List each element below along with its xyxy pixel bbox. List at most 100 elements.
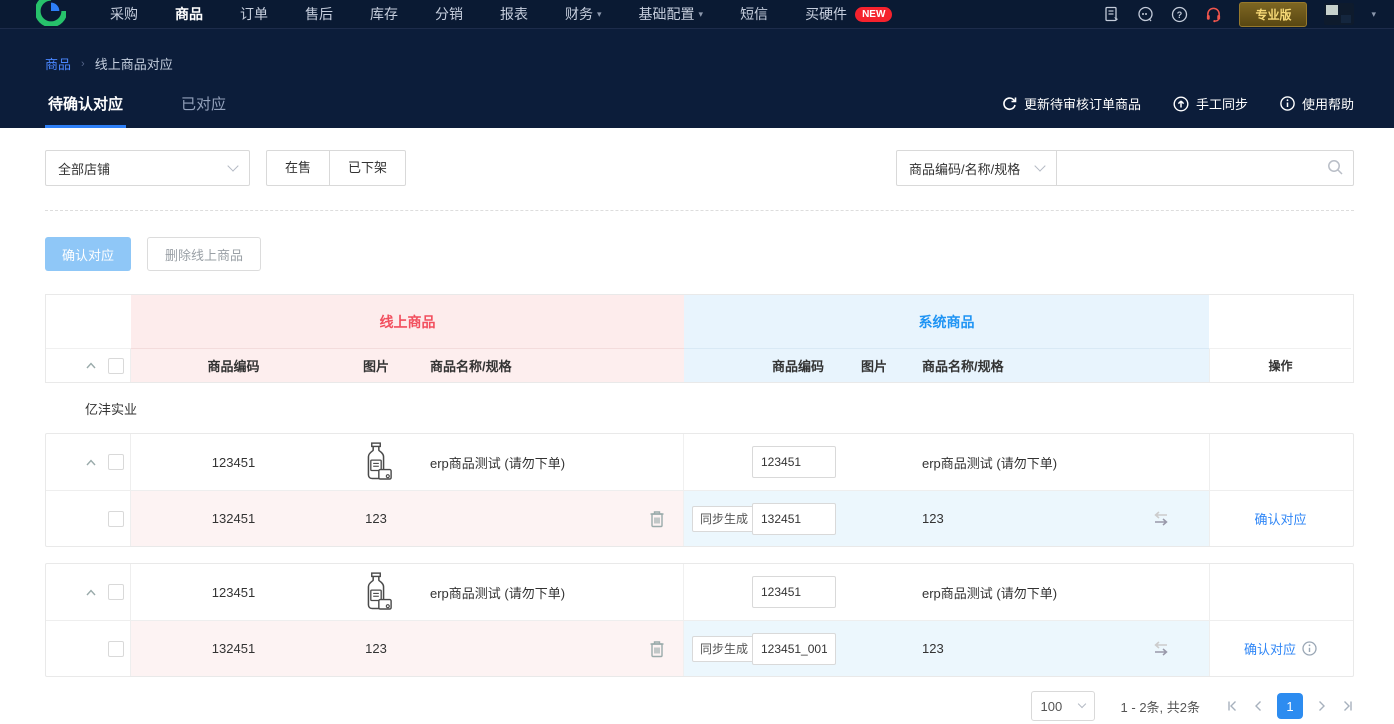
tab-bar: 待确认对应 已对应 更新待审核订单商品 手工同步 使用帮助 [45, 93, 1354, 128]
online-goods-name: erp商品测试 (请勿下单) [416, 564, 684, 620]
nav-item-distribution[interactable]: 分销 [435, 4, 463, 24]
shop-select[interactable]: 全部店铺 [45, 150, 250, 186]
on-sale-button[interactable]: 在售 [266, 150, 331, 186]
online-goods-header: 线上商品 [131, 295, 684, 349]
chat-icon[interactable] [1137, 6, 1154, 23]
system-sku-code-input[interactable] [752, 502, 836, 535]
manual-sync-action[interactable]: 手工同步 [1173, 94, 1248, 113]
top-nav: 采购 商品 订单 售后 库存 分销 报表 财务 ▾ 基础配置 ▾ 短信 买硬件 NEW… [0, 0, 1394, 28]
document-icon[interactable] [1103, 6, 1120, 23]
nav-item-buy-hardware[interactable]: 买硬件 NEW [805, 4, 893, 24]
tab-pending-match[interactable]: 待确认对应 [45, 93, 127, 128]
sync-generate-button[interactable]: 同步生成 [692, 505, 757, 532]
avatar[interactable] [1324, 3, 1355, 25]
col-system-image: 图片 [844, 349, 904, 382]
breadcrumb: 商品 › 线上商品对应 [45, 29, 1354, 73]
col-system-name: 商品名称/规格 [904, 349, 1209, 382]
account-chevron-down-icon[interactable]: ▾ [1371, 9, 1376, 20]
help-icon[interactable]: ? [1171, 6, 1188, 23]
confirm-match-button[interactable]: 确认对应 [45, 237, 132, 271]
online-sku-row: 132451 123 同步生成 123 确认对应 [46, 490, 1353, 546]
breadcrumb-separator: › [81, 57, 85, 70]
system-goods-name: erp商品测试 (请勿下单) [922, 455, 1058, 471]
nav-item-sms[interactable]: 短信 [740, 4, 768, 24]
swap-icon[interactable] [1151, 510, 1171, 528]
confirm-match-link[interactable]: 确认对应 [1244, 639, 1317, 658]
chevron-up-icon[interactable] [86, 588, 96, 596]
page-header: 商品 › 线上商品对应 待确认对应 已对应 更新待审核订单商品 手工同步 使用帮… [0, 28, 1394, 128]
last-page-button[interactable] [1342, 700, 1354, 712]
chevron-up-icon[interactable] [86, 458, 96, 466]
search-box [1057, 150, 1354, 186]
tab-matched[interactable]: 已对应 [178, 93, 229, 128]
row-checkbox[interactable] [108, 640, 124, 657]
match-group-card: 123451 erp商品测试 (请勿下单) erp商品测试 (请勿下单) 132… [45, 433, 1354, 547]
row-checkbox[interactable] [108, 584, 124, 600]
trash-icon[interactable] [649, 510, 665, 528]
search-type-select[interactable]: 商品编码/名称/规格 [896, 150, 1057, 186]
chevron-down-icon [1077, 699, 1086, 709]
col-online-image: 图片 [336, 349, 416, 382]
nav-item-reports[interactable]: 报表 [500, 4, 528, 24]
nav-item-inventory[interactable]: 库存 [370, 4, 398, 24]
online-sku-name: 123 [336, 621, 416, 676]
toolbar: 确认对应 删除线上商品 [45, 237, 1354, 271]
online-goods-name: erp商品测试 (请勿下单) [416, 434, 684, 490]
col-online-name: 商品名称/规格 [416, 349, 684, 382]
nav-item-settings[interactable]: 基础配置 ▾ [639, 4, 704, 24]
chevron-up-icon[interactable] [86, 362, 96, 369]
search-area: 商品编码/名称/规格 [896, 150, 1354, 186]
current-page-button[interactable]: 1 [1277, 693, 1303, 719]
search-input[interactable] [1057, 150, 1354, 186]
nav-item-finance[interactable]: 财务 ▾ [565, 4, 602, 24]
nav-item-purchase[interactable]: 采购 [110, 4, 138, 24]
system-code-input[interactable] [752, 576, 836, 608]
usage-help-action[interactable]: 使用帮助 [1280, 94, 1354, 113]
system-sku-name: 123 [904, 621, 1209, 676]
nav-item-goods[interactable]: 商品 [175, 4, 203, 24]
prev-page-button[interactable] [1253, 700, 1262, 712]
filter-row: 全部店铺 在售 已下架 商品编码/名称/规格 [45, 150, 1354, 186]
trash-icon[interactable] [649, 640, 665, 658]
app-logo-icon[interactable] [36, 0, 66, 26]
select-all-checkbox[interactable] [108, 357, 124, 374]
system-goods-header: 系统商品 [684, 295, 1209, 349]
pro-version-button[interactable]: 专业版 [1239, 1, 1308, 27]
info-circle-icon[interactable] [1302, 641, 1317, 656]
system-sku-name: 123 [904, 491, 1209, 546]
off-shelf-button[interactable]: 已下架 [329, 150, 407, 186]
online-sku-code: 132451 [131, 491, 336, 546]
system-sku-code-input[interactable] [752, 632, 836, 665]
row-checkbox[interactable] [108, 454, 124, 470]
header-expand-cell [46, 349, 131, 382]
pager: 1 [1226, 693, 1354, 719]
online-sku-name: 123 [336, 491, 416, 546]
search-icon[interactable] [1327, 159, 1344, 176]
sync-generate-button[interactable]: 同步生成 [692, 635, 757, 662]
headset-icon[interactable] [1205, 6, 1222, 23]
online-goods-code: 123451 [211, 584, 256, 600]
online-main-row: 123451 erp商品测试 (请勿下单) erp商品测试 (请勿下单) [46, 564, 1353, 620]
row-checkbox[interactable] [108, 510, 124, 527]
next-page-button[interactable] [1318, 700, 1327, 712]
table-header: 线上商品 系统商品 商品编码 图片 商品名称/规格 商品编码 图片 商品名称/规… [45, 294, 1354, 383]
header-actions: 更新待审核订单商品 手工同步 使用帮助 [1002, 94, 1354, 128]
nav-menu: 采购 商品 订单 售后 库存 分销 报表 财务 ▾ 基础配置 ▾ 短信 买硬件 NEW [110, 4, 893, 24]
swap-icon[interactable] [1151, 640, 1171, 658]
online-sku-code: 132451 [131, 621, 336, 676]
delete-online-goods-button[interactable]: 删除线上商品 [147, 237, 262, 271]
match-group-card: 123451 erp商品测试 (请勿下单) erp商品测试 (请勿下单) 132… [45, 563, 1354, 677]
refresh-pending-orders-action[interactable]: 更新待审核订单商品 [1002, 94, 1141, 113]
system-code-input[interactable] [752, 446, 836, 478]
sync-upload-icon [1173, 95, 1189, 112]
breadcrumb-root[interactable]: 商品 [45, 54, 71, 73]
confirm-match-link[interactable]: 确认对应 [1254, 509, 1306, 528]
nav-item-orders[interactable]: 订单 [240, 4, 268, 24]
main-content: 全部店铺 在售 已下架 商品编码/名称/规格 确认对应 删除线上商品 线上商品 … [0, 150, 1394, 721]
nav-item-aftersale[interactable]: 售后 [305, 4, 333, 24]
first-page-button[interactable] [1226, 700, 1238, 712]
svg-text:?: ? [1177, 10, 1183, 20]
online-main-row: 123451 erp商品测试 (请勿下单) erp商品测试 (请勿下单) [46, 434, 1353, 490]
page-size-select[interactable]: 100 [1030, 691, 1095, 721]
online-goods-code: 123451 [211, 454, 256, 470]
